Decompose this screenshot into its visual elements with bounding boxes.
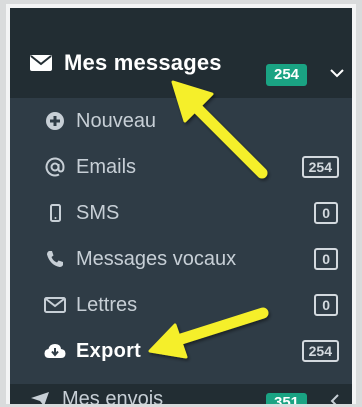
menu-item-messages-vocaux[interactable]: Messages vocaux 0 (10, 236, 352, 282)
menu-item-export[interactable]: Export 254 (10, 328, 352, 374)
plus-circle-icon (44, 110, 66, 132)
count-badge: 0 (314, 248, 338, 270)
at-icon (44, 156, 66, 178)
menu-header-label: Mes envois (62, 387, 164, 405)
submenu: Nouveau Emails 254 SMS 0 Messages vocaux… (10, 98, 352, 374)
menu-item-emails[interactable]: Emails 254 (10, 144, 352, 190)
menu-item-label: Lettres (76, 293, 138, 316)
cloud-download-icon (44, 340, 66, 362)
menu-item-label: Export (76, 339, 142, 362)
menu-header-mes-envois[interactable]: Mes envois 351 (10, 384, 352, 404)
menu-header-mes-messages[interactable]: Mes messages 254 (10, 28, 352, 98)
menu-item-nouveau[interactable]: Nouveau (10, 98, 352, 144)
chevron-left-icon[interactable] (330, 394, 340, 404)
menu-item-label: Nouveau (76, 109, 157, 132)
chevron-down-icon[interactable] (330, 68, 344, 78)
menu-item-lettres[interactable]: Lettres 0 (10, 282, 352, 328)
count-badge: 0 (314, 202, 338, 224)
screenshot-frame: Mes messages 254 Nouveau Emails 254 SMS … (6, 4, 356, 404)
phone-icon (44, 248, 66, 270)
menu-header-label: Mes messages (64, 50, 222, 75)
sidebar-top-strip (10, 8, 352, 28)
menu-item-label: SMS (76, 201, 120, 224)
menu-item-sms[interactable]: SMS 0 (10, 190, 352, 236)
mobile-icon (44, 202, 66, 224)
header-count-badge: 351 (266, 393, 308, 404)
count-badge: 0 (314, 294, 338, 316)
envelope-icon (30, 55, 52, 71)
count-badge: 254 (301, 156, 339, 178)
menu-item-label: Messages vocaux (76, 247, 237, 270)
count-badge: 254 (301, 340, 339, 362)
menu-item-label: Emails (76, 155, 137, 178)
paper-plane-icon (31, 392, 49, 404)
sidebar-panel: Mes messages 254 Nouveau Emails 254 SMS … (10, 8, 352, 404)
header-count-badge: 254 (266, 64, 308, 86)
envelope-outline-icon (44, 294, 66, 316)
